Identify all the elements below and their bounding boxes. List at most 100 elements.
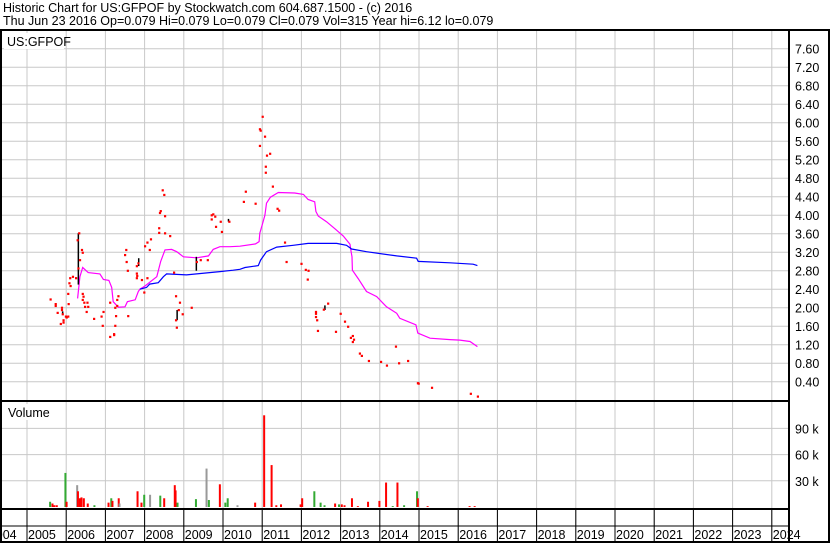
volume-bar xyxy=(55,505,58,507)
chart-header-quote: Thu Jun 23 2016 Op=0.079 Hi=0.079 Lo=0.0… xyxy=(3,14,493,28)
close-price-point xyxy=(199,259,202,262)
close-price-point xyxy=(85,310,88,314)
close-price-point xyxy=(285,260,288,264)
close-price-point xyxy=(69,284,72,288)
volume-bar xyxy=(205,468,208,507)
year-tick-label: 2018 xyxy=(538,528,566,542)
volume-bar xyxy=(468,506,471,507)
close-price-point xyxy=(81,298,84,302)
close-price-point xyxy=(61,313,64,316)
volume-bar xyxy=(275,505,278,507)
close-price-point xyxy=(316,329,320,333)
close-price-point xyxy=(351,334,354,338)
close-price-point xyxy=(76,239,79,242)
close-price-point xyxy=(124,253,127,257)
volume-bar xyxy=(49,501,52,507)
close-price-point xyxy=(69,277,72,280)
close-price-point xyxy=(469,392,472,395)
close-price-point xyxy=(116,298,119,302)
close-price-point xyxy=(195,260,198,264)
background xyxy=(0,0,830,543)
close-price-point xyxy=(62,319,65,322)
volume-bar xyxy=(236,505,239,507)
close-price-point xyxy=(219,220,222,223)
price-tick-label: 2.80 xyxy=(795,265,819,279)
close-price-point xyxy=(206,259,209,262)
close-price-point xyxy=(181,313,184,316)
close-price-point xyxy=(101,324,104,327)
close-price-point xyxy=(109,301,112,304)
close-price-point xyxy=(60,306,64,309)
volume-bar xyxy=(270,465,273,507)
price-tick-label: 7.60 xyxy=(795,43,819,57)
close-price-point xyxy=(212,213,215,216)
volume-bar xyxy=(343,505,346,507)
close-price-point xyxy=(82,295,85,298)
close-price-point xyxy=(149,238,153,241)
close-price-point xyxy=(59,322,62,326)
close-price-point xyxy=(75,277,78,280)
close-price-point xyxy=(254,202,257,205)
volume-bar xyxy=(136,491,139,507)
close-price-point xyxy=(271,185,274,188)
close-price-point xyxy=(125,260,128,264)
year-tick-label: 2020 xyxy=(616,528,644,542)
close-price-point xyxy=(398,362,401,365)
close-price-point xyxy=(264,165,267,168)
close-price-point xyxy=(54,304,57,308)
close-price-point xyxy=(158,231,161,234)
close-price-point xyxy=(135,272,138,275)
close-price-point xyxy=(175,326,178,329)
price-tick-label: 0.40 xyxy=(795,376,819,390)
close-price-point xyxy=(394,345,398,348)
volume-tick-label: 30 k xyxy=(795,475,819,489)
close-price-point xyxy=(93,317,96,320)
close-price-point xyxy=(146,241,149,244)
close-price-point xyxy=(68,282,71,285)
volume-bar xyxy=(118,503,121,507)
close-price-point xyxy=(352,338,356,341)
close-price-point xyxy=(126,269,129,272)
year-tick-label: 2004 xyxy=(0,528,17,542)
close-price-point xyxy=(81,251,84,254)
close-price-point xyxy=(214,225,218,228)
close-price-point xyxy=(244,190,247,193)
price-tick-label: 7.20 xyxy=(795,61,819,75)
close-price-point xyxy=(80,248,84,252)
price-tick-label: 0.80 xyxy=(795,357,819,371)
close-price-point xyxy=(148,248,151,252)
close-price-point xyxy=(269,152,272,155)
year-tick-label: 2019 xyxy=(577,528,605,542)
price-tick-label: 1.60 xyxy=(795,320,819,334)
volume-bar xyxy=(224,502,227,507)
close-price-point xyxy=(125,248,128,252)
year-tick-label: 2011 xyxy=(263,528,290,542)
price-tick-label: 2.40 xyxy=(795,283,819,297)
year-tick-label: 2021 xyxy=(655,528,683,542)
close-price-point xyxy=(242,200,245,203)
volume-bar xyxy=(280,504,283,507)
close-price-point xyxy=(334,330,338,333)
year-tick-label: 2007 xyxy=(106,528,134,542)
volume-bar xyxy=(426,506,429,507)
volume-bar xyxy=(338,504,341,507)
close-price-point xyxy=(113,333,116,337)
year-tick-label: 2022 xyxy=(694,528,722,542)
year-tick-label: 2014 xyxy=(381,528,409,542)
close-price-point xyxy=(258,144,262,148)
close-price-point xyxy=(210,218,213,221)
year-tick-label: 2013 xyxy=(342,528,370,542)
volume-bar xyxy=(391,506,394,507)
close-price-point xyxy=(304,268,307,271)
volume-bar xyxy=(367,501,370,507)
stock-chart: Historic Chart for US:GFPOF by Stockwatc… xyxy=(0,0,830,543)
price-tick-label: 1.20 xyxy=(795,339,819,353)
volume-bar xyxy=(65,501,68,507)
volume-bar xyxy=(350,498,353,507)
close-price-point xyxy=(71,275,75,278)
volume-bar xyxy=(86,503,89,507)
chart-header-title: Historic Chart for US:GFPOF by Stockwatc… xyxy=(3,1,412,15)
year-tick-label: 2008 xyxy=(146,528,174,542)
close-price-point xyxy=(367,359,371,363)
close-price-point xyxy=(67,292,70,296)
